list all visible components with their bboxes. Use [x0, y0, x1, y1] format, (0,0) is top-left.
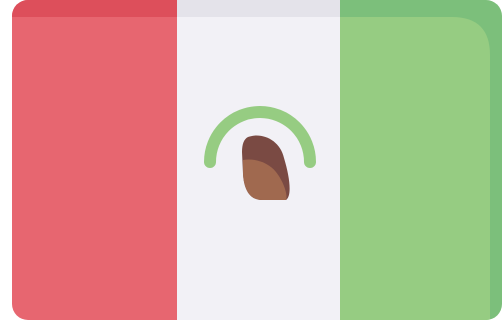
red-band-top-shade — [12, 0, 177, 17]
green-band — [340, 17, 490, 320]
mexico-flag — [0, 0, 502, 323]
red-band — [12, 0, 177, 320]
white-band-top-shade — [177, 0, 340, 17]
mexico-flag-icon — [12, 0, 502, 320]
